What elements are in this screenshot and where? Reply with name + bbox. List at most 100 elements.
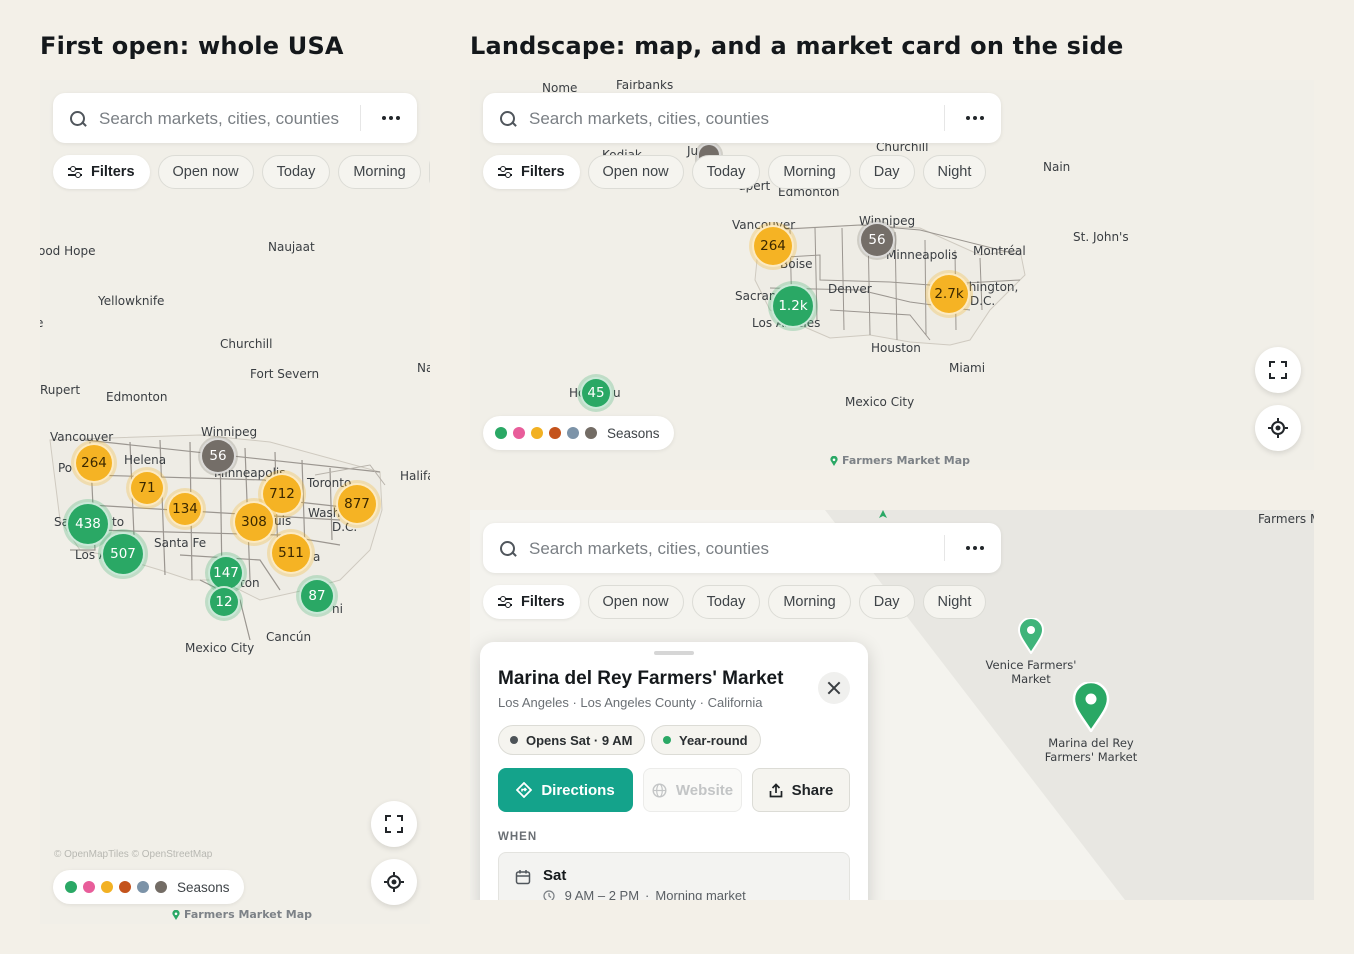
chip-morning[interactable]: Morning (768, 585, 851, 619)
map-pin-icon (1072, 680, 1110, 734)
chip-overflow[interactable] (428, 155, 430, 189)
chip-night[interactable]: Night (922, 155, 987, 189)
chip-today[interactable]: Today (261, 155, 331, 189)
filters-button[interactable]: Filters (483, 585, 580, 619)
place-label: Vancouver (50, 430, 114, 444)
place-label: Helena (124, 453, 167, 467)
cluster-marker[interactable]: 308 (235, 503, 273, 541)
website-label: Website (675, 781, 734, 799)
close-card-button[interactable] (818, 672, 850, 704)
schedule-hours: 9 AM – 2 PM (564, 888, 640, 900)
place-label: Montréal (973, 244, 1026, 258)
search-bar (483, 523, 1001, 573)
search-input[interactable] (527, 533, 781, 565)
cluster-marker[interactable]: 56 (202, 440, 234, 472)
place-label: Cancún (266, 630, 312, 644)
map-attribution: © OpenMapTiles © OpenStreetMap (54, 849, 213, 860)
sliders-icon (498, 166, 512, 178)
share-icon (769, 782, 782, 797)
place-label: Winnipeg (201, 425, 258, 439)
more-menu-button[interactable] (957, 533, 993, 563)
locate-me-button[interactable] (1255, 405, 1301, 451)
place-label: ood Hope (40, 244, 96, 258)
fullscreen-button[interactable] (371, 801, 417, 847)
fullscreen-icon (385, 815, 403, 833)
website-button-disabled[interactable]: Website (643, 768, 742, 812)
place-label: Fairbanks (616, 80, 674, 92)
map-panel-landscape[interactable]: Nome Fairbanks Churchill Nain Kodiak Ju … (470, 80, 1314, 470)
brand-name: Farmers Market Map (842, 454, 971, 467)
place-label: ni (332, 602, 343, 616)
pin-icon (830, 455, 838, 466)
chip-day[interactable]: Day (858, 585, 915, 619)
place-label: Po (58, 461, 73, 475)
cluster-marker[interactable]: 147 (210, 557, 242, 589)
cluster-marker[interactable]: 877 (338, 485, 376, 523)
cluster-marker[interactable]: 511 (272, 534, 310, 572)
cluster-marker[interactable]: 264 (754, 227, 792, 265)
cluster-marker[interactable]: 438 (68, 504, 108, 544)
chip-today[interactable]: Today (691, 155, 761, 189)
calendar-icon (515, 870, 531, 885)
more-menu-button[interactable] (373, 103, 409, 133)
chip-open-now[interactable]: Open now (587, 155, 684, 189)
place-label: Minneapolis (886, 248, 958, 262)
share-button[interactable]: Share (752, 768, 850, 812)
legend-swatch (549, 427, 561, 439)
seasons-legend[interactable]: Seasons (53, 870, 244, 904)
more-menu-button[interactable] (957, 103, 993, 133)
chip-morning[interactable]: Morning (338, 155, 421, 189)
fullscreen-icon (1269, 361, 1287, 379)
directions-button[interactable]: Directions (498, 768, 633, 812)
market-pin-venice[interactable] (1017, 617, 1045, 659)
cluster-marker[interactable]: 712 (263, 475, 301, 513)
seasons-label: Seasons (607, 425, 660, 441)
globe-icon (652, 782, 667, 798)
place-label: Venice Farmers' Market (985, 658, 1077, 686)
chip-open-now[interactable]: Open now (157, 155, 254, 189)
share-label: Share (791, 781, 834, 799)
chip-today[interactable]: Today (691, 585, 761, 619)
cluster-marker[interactable]: 134 (169, 493, 201, 525)
search-divider (944, 535, 945, 561)
cluster-marker[interactable]: 264 (76, 445, 112, 481)
legend-swatch (513, 427, 525, 439)
market-location: Los Angeles · Los Angeles County · Calif… (498, 695, 763, 710)
search-bar (483, 93, 1001, 143)
search-input[interactable] (527, 103, 781, 135)
cluster-marker[interactable]: 1.2k (773, 286, 813, 326)
place-label: Miami (949, 361, 986, 375)
place-label: Farmers M (1258, 512, 1314, 526)
seasons-legend[interactable]: Seasons (483, 416, 674, 450)
drag-handle[interactable] (654, 651, 694, 655)
legend-swatch (65, 881, 77, 893)
fullscreen-button[interactable] (1255, 347, 1301, 393)
cluster-marker[interactable]: 56 (861, 224, 893, 256)
place-label: Sa (54, 515, 69, 529)
legend-swatch (567, 427, 579, 439)
chip-night[interactable]: Night (922, 585, 987, 619)
cluster-marker[interactable]: 87 (301, 580, 333, 612)
chip-open-now[interactable]: Open now (587, 585, 684, 619)
cluster-marker[interactable]: 12 (210, 588, 238, 616)
left-heading: First open: whole USA (40, 32, 344, 60)
search-icon (499, 110, 517, 128)
cluster-marker[interactable]: 71 (131, 472, 163, 504)
cluster-marker[interactable]: 507 (103, 534, 143, 574)
map-pin-icon (1017, 617, 1045, 655)
filters-button[interactable]: Filters (53, 155, 150, 189)
chip-day[interactable]: Day (858, 155, 915, 189)
cluster-marker[interactable]: 2.7k (930, 275, 968, 313)
map-panel-portrait[interactable]: ood Hope Naujaat Yellowknife e Churchill… (40, 80, 430, 924)
place-label: ton (240, 576, 260, 590)
market-pin-marina-del-rey-selected[interactable] (1072, 680, 1110, 737)
search-input[interactable] (97, 103, 351, 135)
chip-morning[interactable]: Morning (768, 155, 851, 189)
place-label: Na (417, 361, 430, 375)
filters-button[interactable]: Filters (483, 155, 580, 189)
place-label: Edmonton (106, 390, 168, 404)
locate-me-button[interactable] (371, 859, 417, 905)
place-label: Houston (871, 341, 921, 355)
legend-swatch (495, 427, 507, 439)
cluster-marker[interactable]: 45 (582, 379, 610, 407)
